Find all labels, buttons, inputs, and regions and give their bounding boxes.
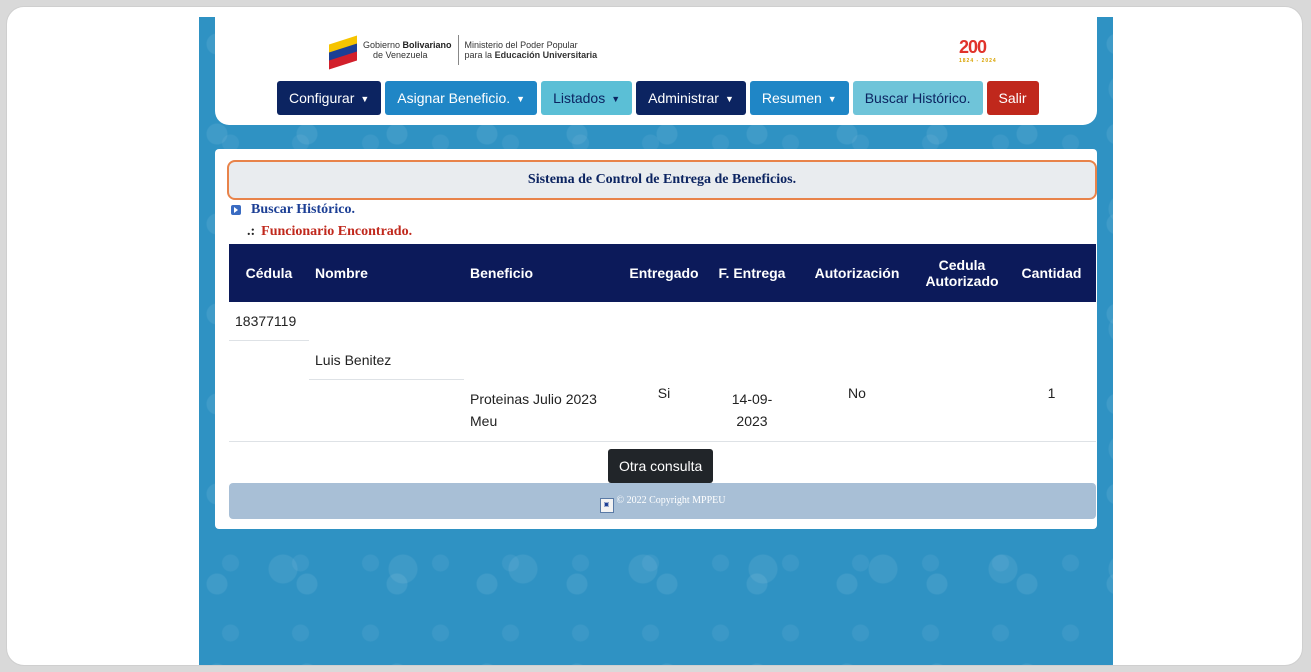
- ministry-name: Ministerio del Poder Popular para la Edu…: [464, 40, 598, 60]
- col-autorizacion: Autorización: [797, 244, 917, 302]
- footer-copyright: © 2022 Copyright MPPEU: [616, 495, 726, 506]
- venezuela-flag-icon: [329, 35, 357, 70]
- logo-divider: [457, 35, 459, 65]
- otra-consulta-button[interactable]: Otra consulta: [608, 449, 714, 483]
- menu-asignar-beneficio[interactable]: Asignar Beneficio. ▼: [385, 81, 538, 115]
- government-logo: Gobierno Bolivariano de Venezuela Minist…: [329, 35, 598, 70]
- col-cedula-autorizado: Cedula Autorizado: [917, 244, 1007, 302]
- buscar-historico-button[interactable]: Buscar Histórico.: [852, 81, 983, 115]
- main-nav: Configurar ▼ Asignar Beneficio. ▼ Listados…: [277, 81, 1043, 115]
- cell-f-entrega: 14-09- 2023: [707, 379, 797, 442]
- table-row: Luis Benitez: [229, 340, 1096, 380]
- menu-configurar[interactable]: Configurar ▼: [277, 81, 382, 115]
- main-content: Sistema de Control de Entrega de Benefic…: [215, 149, 1097, 529]
- caret-down-icon: ▼: [724, 94, 734, 104]
- salir-button[interactable]: Salir: [986, 81, 1039, 115]
- breadcrumb-buscar-historico[interactable]: Buscar Histórico.: [231, 202, 355, 218]
- cell-autorizacion: No: [797, 379, 917, 442]
- col-entregado: Entregado: [621, 244, 707, 302]
- footer: ▣ © 2022 Copyright MPPEU: [229, 483, 1096, 519]
- table-row: 18377119: [229, 302, 1096, 341]
- caret-down-icon: ▼: [360, 94, 370, 104]
- cell-cedula-autorizado: [917, 379, 1007, 442]
- col-nombre: Nombre: [309, 244, 464, 302]
- header: Gobierno Bolivariano de Venezuela Minist…: [215, 17, 1097, 125]
- cell-cedula: 18377119: [229, 302, 309, 341]
- col-f-entrega: F. Entrega: [707, 244, 797, 302]
- menu-listados[interactable]: Listados ▼: [541, 81, 633, 115]
- cell-beneficio: Proteinas Julio 2023 Meu: [464, 379, 621, 442]
- browser-frame: Gobierno Bolivariano de Venezuela Minist…: [6, 6, 1303, 666]
- caret-down-icon: ▼: [516, 94, 526, 104]
- table-header-row: Cédula Nombre Beneficio Entregado F. Ent…: [229, 244, 1096, 302]
- table-row: Proteinas Julio 2023 Meu Si 14-09- 2023 N…: [229, 379, 1096, 442]
- menu-resumen[interactable]: Resumen ▼: [749, 81, 849, 115]
- caret-down-icon: ▼: [611, 94, 621, 104]
- cell-entregado: Si: [621, 379, 707, 442]
- beneficios-table: Cédula Nombre Beneficio Entregado F. Ent…: [229, 244, 1096, 442]
- caret-down-icon: ▼: [827, 94, 837, 104]
- mppeu-logo-icon: ▣: [599, 498, 614, 513]
- page-title: Sistema de Control de Entrega de Benefic…: [227, 160, 1097, 200]
- arrow-right-icon: [231, 205, 241, 215]
- cell-nombre: Luis Benitez: [309, 340, 464, 380]
- government-name: Gobierno Bolivariano de Venezuela: [363, 40, 452, 60]
- cell-cantidad: 1: [1007, 379, 1096, 442]
- status-funcionario-encontrado: .: Funcionario Encontrado.: [247, 224, 413, 239]
- col-beneficio: Beneficio: [464, 244, 621, 302]
- col-cantidad: Cantidad: [1007, 244, 1096, 302]
- menu-administrar[interactable]: Administrar ▼: [636, 81, 746, 115]
- bicentennial-logo: 200 1824 - 2024: [959, 37, 997, 64]
- col-cedula: Cédula: [229, 244, 309, 302]
